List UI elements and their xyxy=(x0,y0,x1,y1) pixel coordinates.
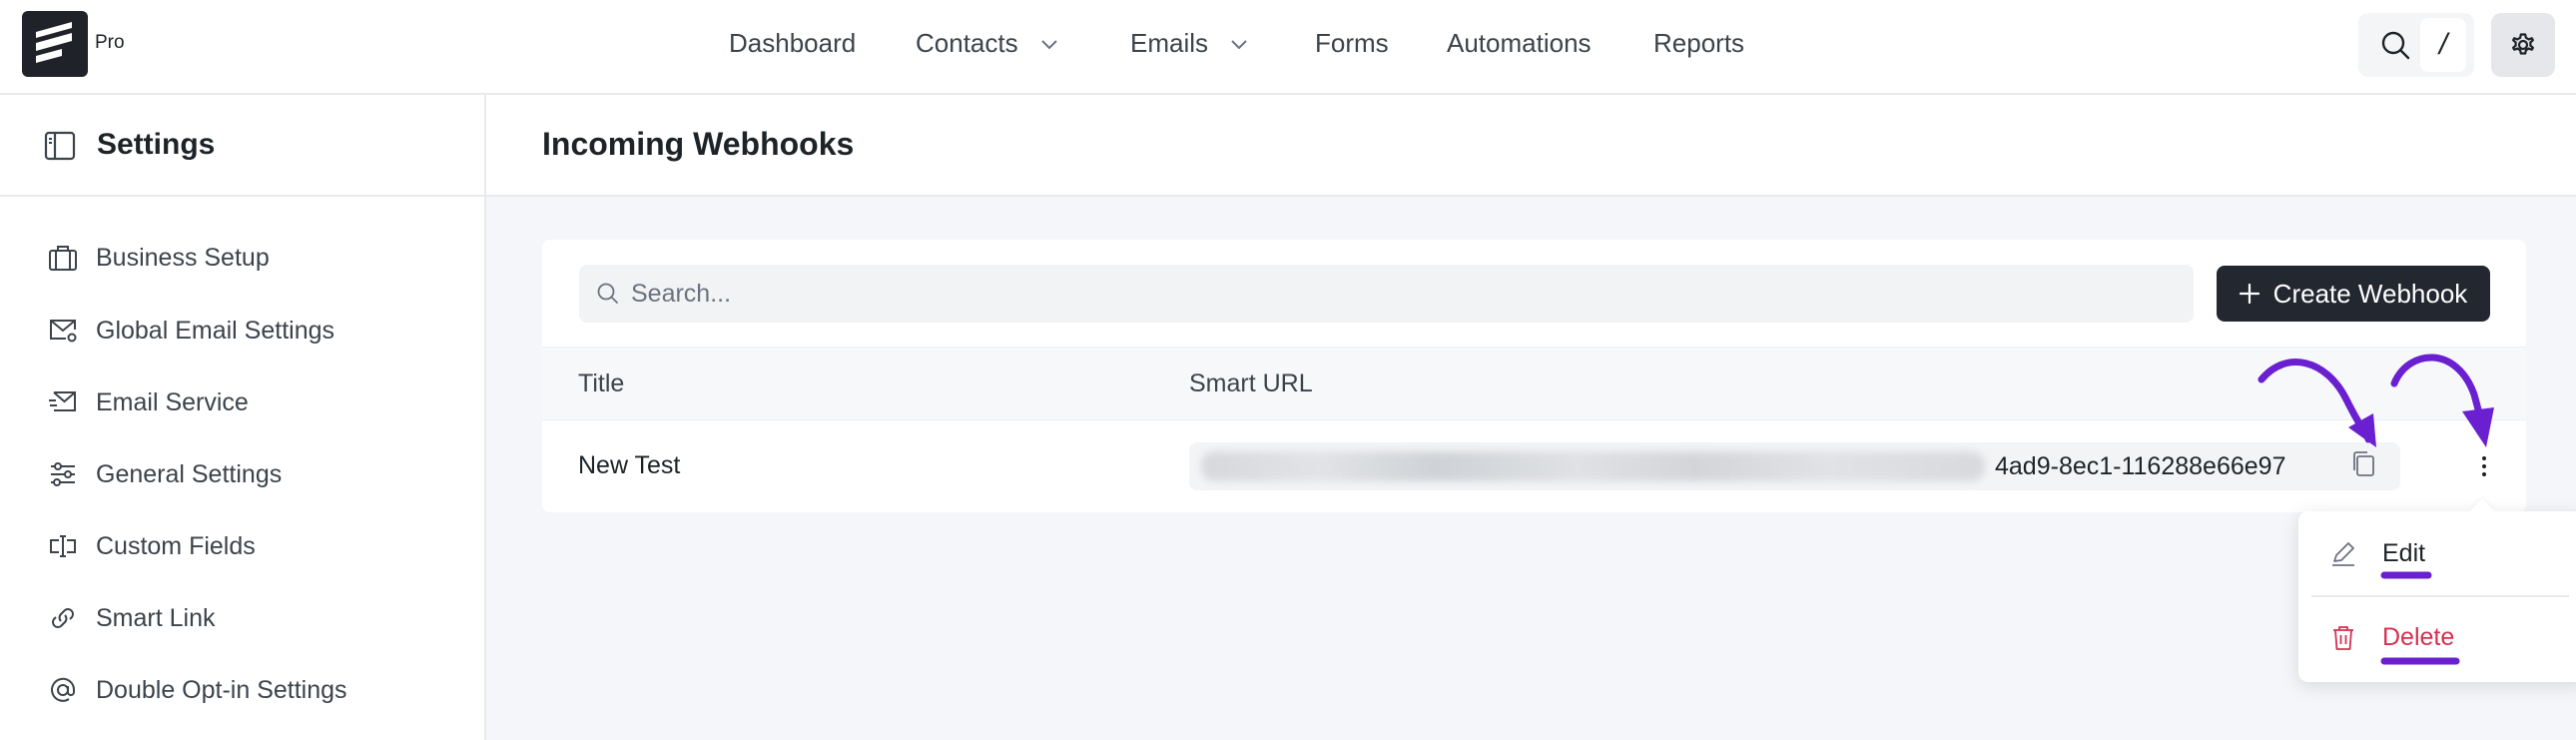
sidebar-header: Settings xyxy=(0,95,484,197)
mail-gear-icon xyxy=(50,320,77,343)
column-header-smart-url[interactable]: Smart URL xyxy=(1189,370,1313,398)
gear-icon xyxy=(2512,33,2534,55)
sidebar-item-business-setup[interactable]: Business Setup xyxy=(48,238,270,278)
sidebar-item-label: Email Service xyxy=(96,387,249,416)
nav-forms[interactable]: Forms xyxy=(1315,28,1389,59)
create-webhook-button[interactable]: Create Webhook xyxy=(2217,266,2490,322)
settings-button[interactable] xyxy=(2491,13,2555,77)
row-actions-button[interactable] xyxy=(2474,448,2494,484)
main-nav: Dashboard Contacts Emails Forms Automati… xyxy=(0,0,2576,95)
menu-divider xyxy=(2311,595,2569,597)
more-dot xyxy=(2482,464,2486,468)
top-navigation-bar: Pro Dashboard Contacts Emails Forms Auto… xyxy=(0,0,2576,95)
sidebar-item-label: Double Opt-in Settings xyxy=(96,675,347,704)
nav-emails[interactable]: Emails xyxy=(1130,28,1248,59)
chevron-down-icon xyxy=(1231,39,1247,49)
sidebar-item-label: General Settings xyxy=(96,459,283,488)
search-shortcut-key: / xyxy=(2420,18,2466,72)
sidebar-item-global-email-settings[interactable]: Global Email Settings xyxy=(48,311,334,351)
sidebar-item-label: Business Setup xyxy=(96,243,270,272)
more-dot xyxy=(2482,472,2486,476)
copy-icon[interactable] xyxy=(2350,449,2376,479)
menu-item-edit[interactable] xyxy=(0,524,290,584)
more-dot xyxy=(2482,456,2486,460)
table-header: Title Smart URL xyxy=(542,347,2526,420)
at-sign-icon xyxy=(51,677,76,702)
smart-url-field[interactable]: 4ad9-8ec1-116288e66e97 xyxy=(1189,442,2400,490)
menu-item-edit-label[interactable]: Edit xyxy=(2382,539,2425,568)
search-icon xyxy=(597,283,618,304)
search-icon xyxy=(2381,31,2410,60)
nav-contacts[interactable]: Contacts xyxy=(916,28,1058,59)
sidebar-item-general-settings[interactable]: General Settings xyxy=(48,454,282,494)
webhook-title: New Test xyxy=(578,451,681,479)
redacted-url-part xyxy=(1201,451,1985,481)
sidebar-item-label: Global Email Settings xyxy=(96,316,335,345)
sidebar-title: Settings xyxy=(97,128,216,161)
smart-url-text: 4ad9-8ec1-116288e66e97 xyxy=(1995,452,2286,480)
global-search-button[interactable] xyxy=(2368,18,2422,72)
create-webhook-label: Create Webhook xyxy=(2272,278,2468,309)
table-row: New Test 4ad9-8ec1-116288e66e97 xyxy=(542,420,2526,510)
sidebar-panel-icon[interactable] xyxy=(44,131,76,161)
sidebar-item-double-opt-in-settings[interactable]: Double Opt-in Settings xyxy=(48,670,347,710)
search-input[interactable] xyxy=(631,265,2169,323)
chevron-down-icon xyxy=(1040,39,1057,49)
trash-icon xyxy=(2333,626,2353,650)
column-header-title[interactable]: Title xyxy=(578,370,624,398)
nav-automations[interactable]: Automations xyxy=(1447,28,1592,59)
sidebar-item-smart-link[interactable]: Smart Link xyxy=(48,598,215,638)
sidebar-item-label: Smart Link xyxy=(96,603,216,632)
nav-emails-label: Emails xyxy=(1130,28,1209,58)
main-header: Incoming Webhooks xyxy=(486,95,2576,197)
plus-icon xyxy=(2239,284,2259,304)
menu-item-delete-label[interactable]: Delete xyxy=(2382,623,2454,652)
mail-send-icon xyxy=(49,391,76,411)
briefcase-icon xyxy=(49,246,77,271)
global-search-group: / xyxy=(2358,13,2474,77)
sidebar-item-email-service[interactable]: Email Service xyxy=(48,382,249,422)
nav-contacts-label: Contacts xyxy=(916,28,1018,58)
pencil-icon xyxy=(2332,542,2354,566)
sliders-icon xyxy=(51,462,75,486)
nav-reports[interactable]: Reports xyxy=(1653,28,1744,59)
search-box xyxy=(579,265,2194,323)
page-title: Incoming Webhooks xyxy=(542,126,855,162)
nav-dashboard[interactable]: Dashboard xyxy=(729,28,856,59)
link-icon xyxy=(52,608,74,628)
